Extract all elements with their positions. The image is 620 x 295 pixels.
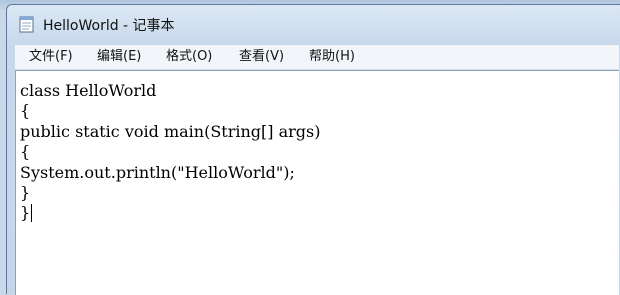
menu-view[interactable]: 查看(V) <box>235 48 288 66</box>
editor-line: { <box>20 142 31 161</box>
window-title: HelloWorld - 记事本 <box>43 18 175 34</box>
editor-line: { <box>20 101 31 120</box>
notepad-window: HelloWorld - 记事本 文件(F) 编辑(E) 格式(O) 查看(V)… <box>6 4 620 295</box>
editor-line: } <box>20 183 31 202</box>
menu-help[interactable]: 帮助(H) <box>305 48 359 66</box>
menu-file[interactable]: 文件(F) <box>25 48 77 66</box>
title-bar[interactable]: HelloWorld - 记事本 <box>7 5 620 41</box>
menu-format[interactable]: 格式(O) <box>162 48 216 66</box>
text-caret <box>31 204 32 222</box>
notepad-icon <box>19 15 35 33</box>
editor-line: System.out.println("HelloWorld"); <box>20 163 295 182</box>
editor-line: class HelloWorld <box>20 81 157 100</box>
editor-line: public static void main(String[] args) <box>20 122 321 141</box>
menu-bar: 文件(F) 编辑(E) 格式(O) 查看(V) 帮助(H) <box>15 45 619 70</box>
text-editor[interactable]: class HelloWorld { public static void ma… <box>15 70 619 295</box>
menu-edit[interactable]: 编辑(E) <box>93 48 145 66</box>
editor-line: } <box>20 203 31 222</box>
